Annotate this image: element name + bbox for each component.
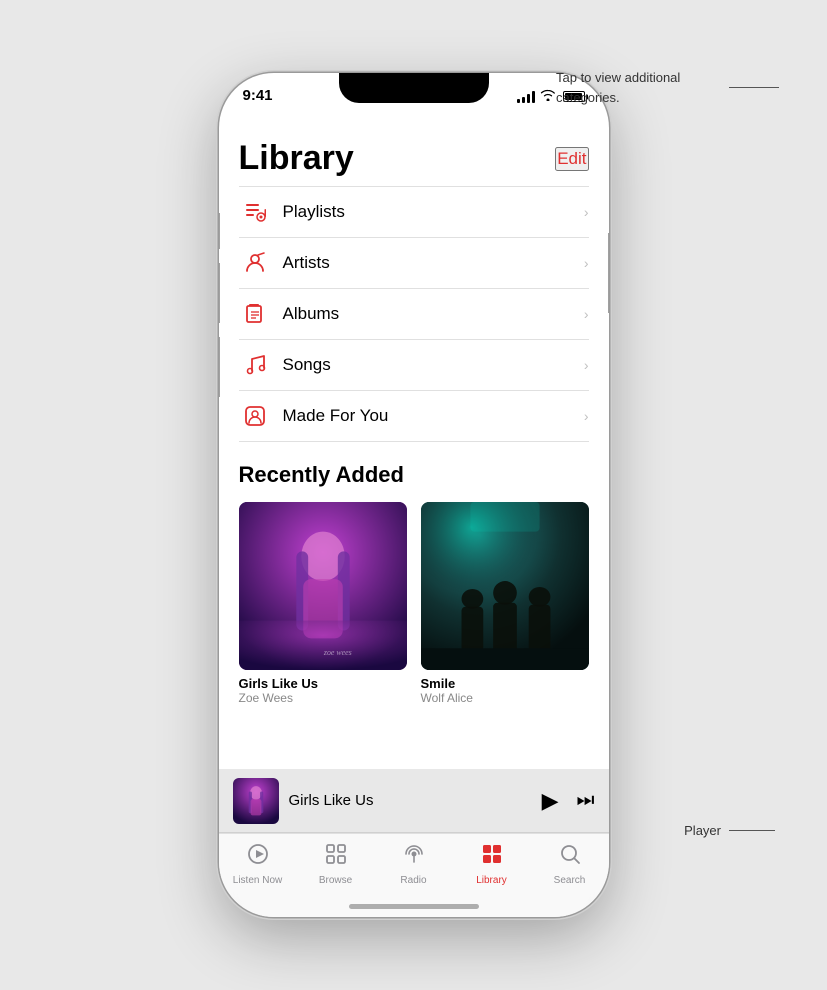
album-smile-cover — [421, 502, 589, 670]
play-button[interactable]: ▶ — [542, 788, 559, 814]
album-smile-artist: Wolf Alice — [421, 691, 589, 705]
skip-button[interactable]: ⏭ — [577, 789, 595, 812]
edit-button[interactable]: Edit — [555, 147, 588, 171]
album-smile-svg — [421, 502, 589, 670]
album-icon — [239, 303, 271, 325]
search-icon — [558, 842, 582, 872]
mini-player-art-svg — [233, 778, 279, 824]
library-list: Playlists › Artists › — [239, 186, 589, 442]
home-indicator — [349, 904, 479, 909]
player-annotation-line — [729, 830, 775, 831]
album-smile[interactable]: Smile Wolf Alice — [421, 502, 589, 705]
mini-player-title: Girls Like Us — [289, 792, 374, 809]
edit-annotation-text: Tap to view additional categories. — [556, 68, 721, 107]
playlist-icon — [239, 201, 271, 223]
mini-player[interactable]: Girls Like Us ▶ ⏭ — [219, 769, 609, 833]
signal-icon — [517, 91, 535, 103]
browse-icon — [324, 842, 348, 872]
page-title: Library — [239, 139, 354, 178]
library-icon — [480, 842, 504, 872]
album-girls-title: Girls Like Us — [239, 676, 407, 691]
tab-radio-label: Radio — [400, 875, 426, 886]
listen-now-icon — [246, 842, 270, 872]
album-art-svg: zoe wees — [239, 502, 407, 670]
tab-search[interactable]: Search — [531, 842, 609, 886]
edit-annotation: Tap to view additional categories. — [556, 68, 779, 107]
tab-library-label: Library — [476, 875, 507, 886]
artists-label: Artists — [283, 253, 584, 273]
made-for-you-chevron: › — [584, 408, 589, 424]
album-grid: GIRLSLIKE US — [239, 502, 589, 705]
artist-icon — [239, 252, 271, 274]
album-girls-like-us-cover: GIRLSLIKE US — [239, 502, 407, 670]
tab-browse-label: Browse — [319, 875, 352, 886]
mini-player-art — [233, 778, 279, 824]
tab-browse[interactable]: Browse — [297, 842, 375, 886]
albums-chevron: › — [584, 306, 589, 322]
library-item-songs[interactable]: Songs › — [239, 340, 589, 391]
artists-chevron: › — [584, 255, 589, 271]
library-item-playlists[interactable]: Playlists › — [239, 187, 589, 238]
library-item-made-for-you[interactable]: Made For You › — [239, 391, 589, 442]
songs-chevron: › — [584, 357, 589, 373]
library-item-artists[interactable]: Artists › — [239, 238, 589, 289]
playlists-label: Playlists — [283, 202, 584, 222]
songs-label: Songs — [283, 355, 584, 375]
made-for-you-label: Made For You — [283, 406, 584, 426]
tab-radio[interactable]: Radio — [375, 842, 453, 886]
recently-added-section: Recently Added GIRLSLIKE US — [239, 462, 589, 705]
playlists-chevron: › — [584, 204, 589, 220]
svg-text:zoe wees: zoe wees — [322, 648, 351, 657]
album-girls-like-us[interactable]: GIRLSLIKE US — [239, 502, 407, 705]
main-content: Library Edit — [219, 123, 609, 797]
wifi-icon — [540, 89, 556, 104]
library-item-albums[interactable]: Albums › — [239, 289, 589, 340]
tab-library[interactable]: Library — [453, 842, 531, 886]
phone-body: 9:41 — [219, 73, 609, 917]
album-art-smile — [421, 502, 589, 670]
mini-player-info: Girls Like Us — [289, 792, 542, 810]
edit-annotation-line — [729, 87, 779, 88]
tab-search-label: Search — [554, 875, 586, 886]
madefor-icon — [239, 405, 271, 427]
mini-player-controls: ▶ ⏭ — [542, 788, 595, 814]
album-smile-title: Smile — [421, 676, 589, 691]
tab-listen-now-label: Listen Now — [233, 875, 282, 886]
tab-listen-now[interactable]: Listen Now — [219, 842, 297, 886]
status-time: 9:41 — [243, 87, 273, 104]
player-annotation: Player — [684, 823, 775, 838]
phone-frame: 9:41 — [219, 73, 609, 917]
song-icon — [239, 354, 271, 376]
notch — [339, 73, 489, 103]
player-annotation-text: Player — [684, 823, 721, 838]
library-header: Library Edit — [239, 123, 589, 186]
scene: 9:41 — [0, 0, 827, 990]
recently-added-title: Recently Added — [239, 462, 589, 488]
album-girls-artist: Zoe Wees — [239, 691, 407, 705]
radio-icon — [402, 842, 426, 872]
album-art-girls: GIRLSLIKE US — [239, 502, 407, 670]
albums-label: Albums — [283, 304, 584, 324]
